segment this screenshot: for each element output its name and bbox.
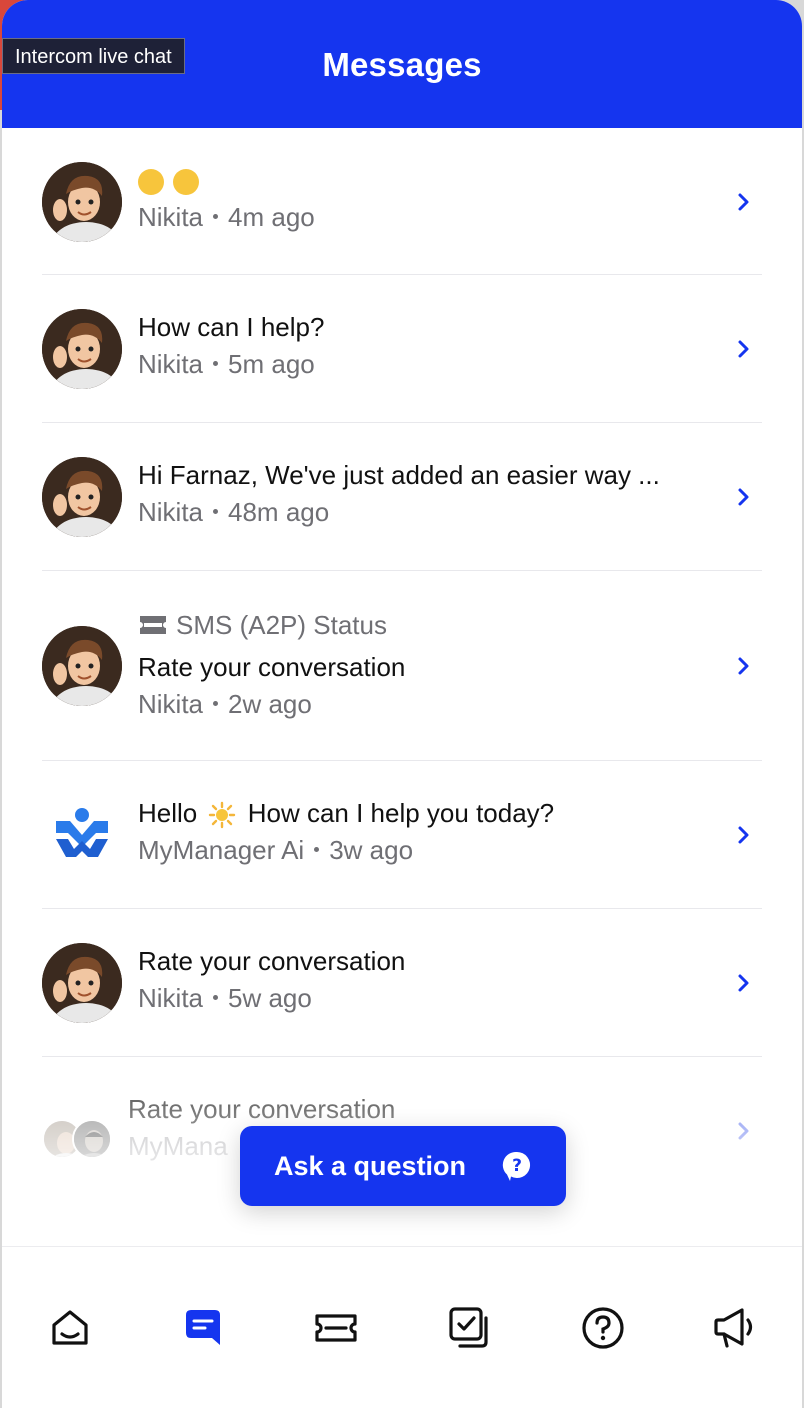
conversation-meta: Nikita 48m ago — [138, 493, 702, 531]
ask-question-button[interactable]: Ask a question ? — [240, 1126, 566, 1206]
nav-home[interactable] — [47, 1305, 93, 1351]
conversation-meta: Nikita 5m ago — [138, 345, 702, 383]
messenger-widget: Messages Nikita 4m ago How can I help? N… — [2, 0, 802, 1408]
conversation-title: Hello How can I help you today? — [138, 798, 555, 829]
mymanager-logo — [42, 795, 122, 875]
avatar — [42, 943, 122, 1023]
group-avatar — [42, 1119, 116, 1159]
svg-text:?: ? — [512, 1156, 522, 1176]
author: MyMana — [128, 1131, 228, 1161]
ticket-label: SMS (A2P) Status — [138, 607, 702, 643]
conversation-row[interactable]: Hello How can I help you today? MyManage… — [42, 761, 762, 909]
bottom-nav — [2, 1246, 802, 1408]
nav-tickets[interactable] — [313, 1305, 359, 1351]
chevron-right-icon — [738, 974, 749, 992]
timestamp: 5m ago — [228, 349, 315, 379]
smiling-face-icon — [173, 169, 200, 196]
chevron-right-icon — [738, 657, 749, 675]
timestamp: 2w ago — [228, 689, 312, 719]
chevron-right-icon — [738, 1122, 749, 1140]
nav-tasks[interactable] — [447, 1305, 493, 1351]
timestamp: 3w ago — [329, 835, 414, 865]
author: Nikita — [138, 983, 204, 1013]
conversation-meta: Nikita 5w ago — [138, 979, 702, 1017]
conversation-title: How can I help? — [138, 312, 325, 342]
avatar — [42, 309, 122, 389]
avatar — [42, 457, 122, 537]
author: MyManager Ai — [138, 835, 305, 865]
help-icon — [582, 1307, 624, 1349]
author: Nikita — [138, 689, 204, 719]
tooltip: Intercom live chat — [2, 38, 185, 74]
author: Nikita — [138, 202, 204, 232]
ticket-icon — [140, 616, 166, 634]
conversation-meta: Nikita 2w ago — [138, 685, 702, 723]
sun-icon — [209, 801, 236, 829]
conversation-title: Hi Farnaz, We've just added an easier wa… — [138, 460, 660, 490]
nav-news[interactable] — [712, 1305, 758, 1351]
conversation-row[interactable]: Nikita 4m ago — [42, 128, 762, 275]
chevron-right-icon — [738, 488, 749, 506]
home-icon — [52, 1310, 88, 1345]
chevron-right-icon — [738, 340, 749, 358]
conversation-meta: MyManager Ai 3w ago — [138, 831, 702, 869]
conversation-title: Rate your conversation — [138, 946, 406, 976]
tasks-icon — [449, 1307, 488, 1348]
messages-icon — [186, 1310, 220, 1345]
avatar — [42, 626, 122, 706]
page-title: Messages — [322, 46, 482, 83]
news-icon — [714, 1308, 753, 1348]
timestamp: 48m ago — [228, 497, 330, 527]
nav-help[interactable] — [580, 1305, 626, 1351]
conversation-title: Rate your conversation — [138, 652, 406, 682]
conversation-row[interactable]: Hi Farnaz, We've just added an easier wa… — [42, 423, 762, 571]
nav-messages[interactable] — [180, 1305, 226, 1351]
conversation-title — [138, 162, 702, 198]
chevron-right-icon — [738, 826, 749, 844]
conversation-row[interactable]: SMS (A2P) Status Rate your conversation … — [42, 571, 762, 761]
conversation-row[interactable]: Rate your conversation Nikita 5w ago — [42, 909, 762, 1057]
timestamp: 4m ago — [228, 202, 315, 232]
avatar — [42, 162, 122, 242]
conversation-row[interactable]: How can I help? Nikita 5m ago — [42, 275, 762, 423]
avatar — [72, 1119, 112, 1159]
timestamp: 5w ago — [228, 983, 312, 1013]
author: Nikita — [138, 349, 204, 379]
ask-question-label: Ask a question — [274, 1150, 467, 1181]
confused-face-icon — [138, 169, 164, 196]
tickets-icon — [315, 1314, 357, 1342]
conversation-meta: Nikita 4m ago — [138, 198, 702, 236]
conversation-list: Nikita 4m ago How can I help? Nikita 5m ag… — [2, 128, 802, 1207]
conversation-title: Rate your conversation — [128, 1094, 396, 1124]
chevron-right-icon — [738, 193, 749, 211]
author: Nikita — [138, 497, 204, 527]
question-bubble-icon: ? — [502, 1151, 531, 1181]
